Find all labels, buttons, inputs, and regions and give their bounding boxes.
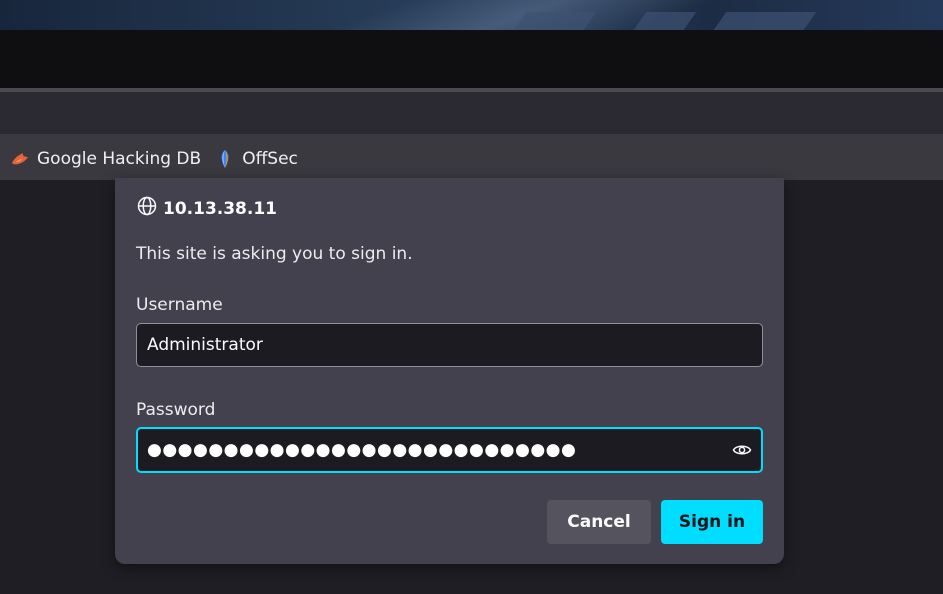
http-auth-dialog: 10.13.38.11 This site is asking you to s… (115, 178, 784, 564)
desktop-wallpaper (0, 0, 943, 30)
password-mask: ●●●●●●●●●●●●●●●●●●●●●●●●●●●● (147, 440, 577, 460)
desktop-panel (0, 30, 943, 88)
username-label: Username (136, 295, 223, 315)
username-value: Administrator (147, 335, 263, 355)
globe-icon (137, 196, 157, 221)
browser-tab-strip (0, 92, 943, 134)
bookmark-offsec[interactable]: OffSec (215, 149, 298, 169)
wallpaper-shape (633, 12, 697, 30)
exploit-db-flame-icon (10, 151, 30, 167)
wallpaper-shape (513, 12, 597, 30)
bookmark-label: OffSec (242, 149, 298, 169)
wallpaper-shape (713, 12, 817, 30)
bookmarks-toolbar: Google Hacking DB OffSec (0, 138, 943, 180)
password-label: Password (136, 400, 216, 420)
bookmark-label: Google Hacking DB (37, 149, 202, 169)
host-address: 10.13.38.11 (163, 198, 278, 219)
dialog-message: This site is asking you to sign in. (136, 244, 413, 264)
cancel-button[interactable]: Cancel (547, 500, 651, 544)
bookmark-google-hacking-db[interactable]: Google Hacking DB (10, 149, 201, 169)
reveal-password-eye-icon[interactable] (732, 440, 752, 465)
username-input[interactable]: Administrator (136, 323, 763, 367)
offsec-logo-icon (215, 149, 235, 169)
dialog-host: 10.13.38.11 (137, 196, 277, 221)
sign-in-button[interactable]: Sign in (661, 500, 763, 544)
password-input[interactable]: ●●●●●●●●●●●●●●●●●●●●●●●●●●●● (136, 427, 763, 473)
